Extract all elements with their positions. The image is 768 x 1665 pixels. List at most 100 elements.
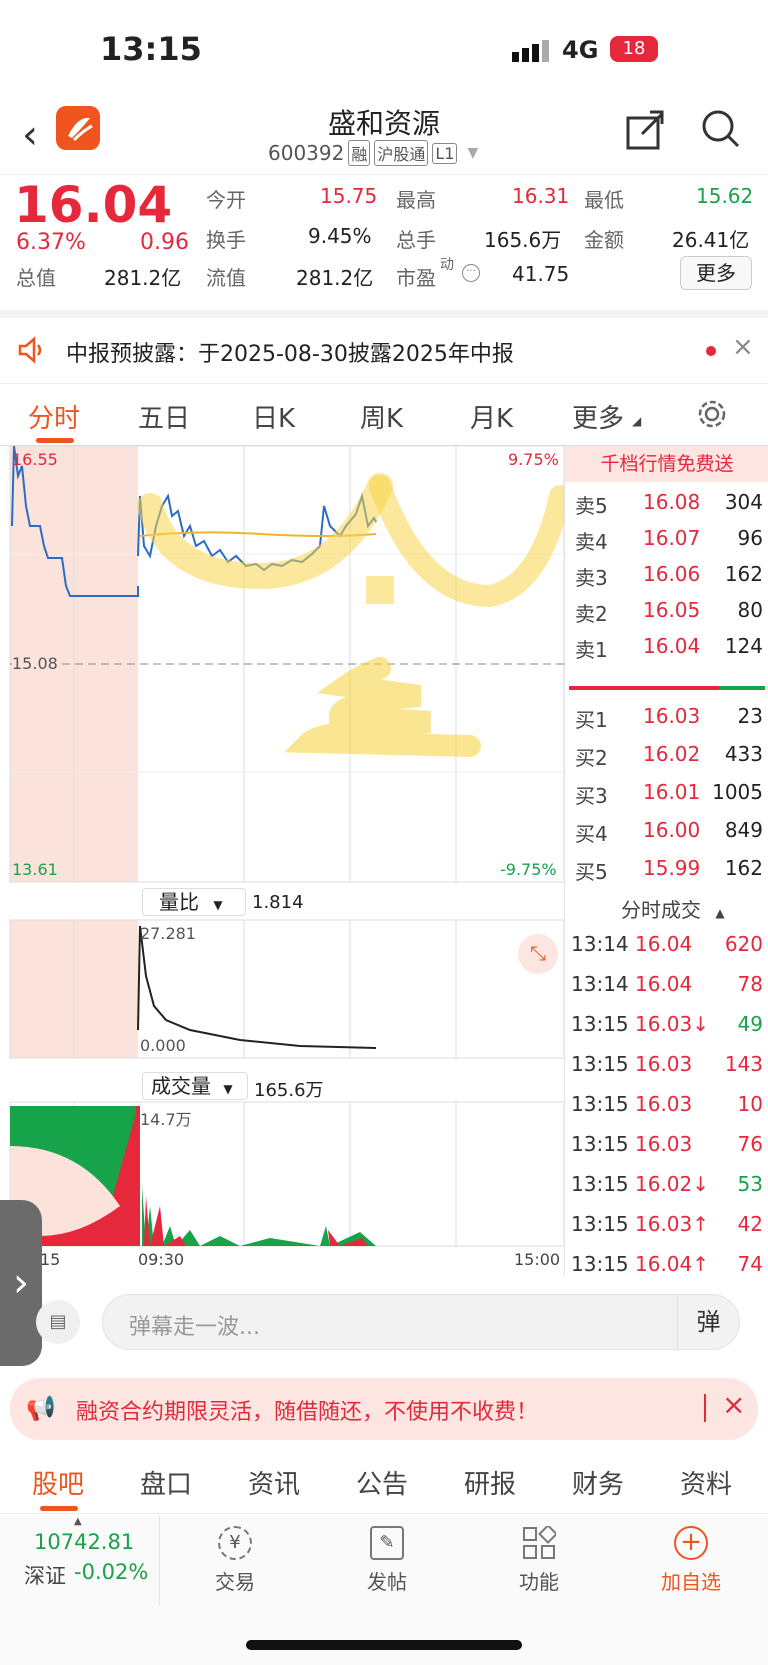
ask-vol: 304 bbox=[724, 490, 763, 514]
tag-connect: 沪股通 bbox=[374, 140, 429, 166]
search-icon[interactable] bbox=[700, 108, 742, 154]
tag-margin: 融 bbox=[348, 140, 371, 166]
orderbook-promo[interactable]: 千档行情免费送 bbox=[565, 446, 768, 482]
tab-weekly[interactable]: 周K bbox=[360, 398, 403, 435]
bid-price: 16.00 bbox=[643, 818, 701, 842]
bid-row[interactable]: 买4 16.00 849 bbox=[565, 812, 768, 848]
trade-button[interactable]: ¥ 交易 bbox=[190, 1526, 280, 1595]
trade-price: 16.04↑ bbox=[635, 1252, 710, 1276]
stat-value: 41.75 bbox=[512, 262, 570, 286]
tab-underline bbox=[40, 1506, 78, 1511]
vol-ratio-value: 1.814 bbox=[252, 892, 304, 913]
stat-value: 165.6万 bbox=[484, 228, 562, 252]
info-icon[interactable]: ··· bbox=[462, 264, 480, 282]
stat-label: 最低 bbox=[584, 188, 624, 212]
ask-price: 16.07 bbox=[643, 526, 701, 550]
bid-price: 15.99 bbox=[643, 856, 701, 880]
upper-pct-label: 9.75% bbox=[508, 450, 559, 469]
trade-price: 16.03 bbox=[635, 1132, 693, 1156]
ask-row[interactable]: 卖1 16.04 124 bbox=[565, 628, 768, 664]
vol-ratio-label: 量比 bbox=[159, 890, 199, 914]
tab-5day[interactable]: 五日 bbox=[138, 398, 190, 435]
bid-row[interactable]: 买2 16.02 433 bbox=[565, 736, 768, 772]
add-watchlist-button[interactable]: + 加自选 bbox=[646, 1526, 736, 1595]
trade-vol: 74 bbox=[737, 1252, 763, 1276]
trade-price: 16.03↓ bbox=[635, 1012, 710, 1036]
trade-time: 13:15 bbox=[571, 1132, 629, 1156]
danmu-placeholder: 弹幕走一波... bbox=[129, 1315, 260, 1340]
more-button[interactable]: 更多 bbox=[680, 256, 752, 290]
danmu-toggle-button[interactable]: 弹 bbox=[677, 1295, 739, 1349]
bid-ask-divider bbox=[569, 686, 719, 690]
trade-time: 13:14 bbox=[571, 972, 629, 996]
pe-superscript: 动 bbox=[440, 257, 454, 273]
tab-profile[interactable]: 资料 bbox=[680, 1464, 732, 1501]
ask-vol: 162 bbox=[724, 562, 763, 586]
bid-row[interactable]: 买3 16.01 1005 bbox=[565, 774, 768, 810]
bid-price: 16.02 bbox=[643, 742, 701, 766]
close-icon[interactable]: × bbox=[722, 1388, 745, 1421]
notice-text: 中报预披露：于2025-08-30披露2025年中报 bbox=[66, 342, 514, 367]
vol-ratio-selector[interactable]: 量比 ▼ bbox=[142, 888, 246, 916]
bid-label: 买2 bbox=[575, 746, 608, 770]
share-icon[interactable] bbox=[624, 108, 666, 154]
dropdown-icon[interactable]: ▼ bbox=[467, 145, 478, 161]
content-tabs: 股吧 盘口 资讯 公告 研报 财务 资料 bbox=[0, 1448, 768, 1514]
status-bar: 13:15 4G 18 bbox=[0, 0, 768, 100]
trades-title[interactable]: 分时成交 ▲ bbox=[621, 894, 725, 923]
trade-price: 16.03 bbox=[635, 1092, 693, 1116]
trade-row: 13:15 16.03 143 bbox=[565, 1046, 768, 1082]
bid-row[interactable]: 买1 16.03 23 bbox=[565, 698, 768, 734]
tab-research[interactable]: 研报 bbox=[464, 1464, 516, 1501]
trade-vol: 78 bbox=[737, 972, 763, 996]
bid-vol: 433 bbox=[724, 742, 763, 766]
danmu-input[interactable]: 弹幕走一波... 弹 bbox=[102, 1294, 740, 1350]
post-label: 发帖 bbox=[367, 1570, 407, 1594]
trade-label: 交易 bbox=[215, 1570, 255, 1594]
trade-vol: 76 bbox=[737, 1132, 763, 1156]
stat-value: 281.2亿 bbox=[104, 266, 182, 290]
ask-row[interactable]: 卖5 16.08 304 bbox=[565, 484, 768, 520]
settings-icon[interactable] bbox=[696, 398, 728, 434]
trade-row: 13:15 16.03 76 bbox=[565, 1126, 768, 1162]
stock-code-row: 600392 融 沪股通 L1 ▼ bbox=[268, 140, 478, 166]
last-price: 16.04 bbox=[14, 176, 173, 234]
caret-icon: ◢ bbox=[632, 414, 642, 428]
tab-more[interactable]: 更多 bbox=[572, 398, 624, 435]
ask-row[interactable]: 卖3 16.06 162 bbox=[565, 556, 768, 592]
edit-icon: ✎ bbox=[370, 1526, 404, 1560]
ask-row[interactable]: 卖2 16.05 80 bbox=[565, 592, 768, 628]
tab-intraday[interactable]: 分时 bbox=[28, 398, 80, 435]
danmu-settings-icon[interactable]: ▤ bbox=[36, 1300, 80, 1344]
tab-orderbook[interactable]: 盘口 bbox=[140, 1464, 192, 1501]
grid-icon bbox=[522, 1524, 558, 1560]
volume-selector[interactable]: 成交量 ▼ bbox=[142, 1072, 248, 1100]
tab-finance[interactable]: 财务 bbox=[572, 1464, 624, 1501]
ask-price: 16.05 bbox=[643, 598, 701, 622]
tab-announcements[interactable]: 公告 bbox=[356, 1464, 408, 1501]
close-icon[interactable]: × bbox=[732, 332, 754, 362]
stat-label: 总值 bbox=[16, 266, 56, 290]
trade-vol: 42 bbox=[737, 1212, 763, 1236]
bid-row[interactable]: 买5 15.99 162 bbox=[565, 850, 768, 886]
tab-forum[interactable]: 股吧 bbox=[32, 1464, 84, 1501]
tab-daily[interactable]: 日K bbox=[252, 398, 295, 435]
status-time: 13:15 bbox=[100, 30, 202, 68]
ask-row[interactable]: 卖4 16.07 96 bbox=[565, 520, 768, 556]
tab-news[interactable]: 资讯 bbox=[248, 1464, 300, 1501]
promo-banner[interactable]: 📢 融资合约期限灵活，随借随还，不使用不收费！ × bbox=[10, 1378, 758, 1440]
danmu-bar: ▤ 弹幕走一波... 弹 bbox=[0, 1280, 768, 1370]
trade-row: 13:15 16.03↑ 42 bbox=[565, 1206, 768, 1242]
post-button[interactable]: ✎ 发帖 bbox=[342, 1526, 432, 1595]
trade-row: 13:14 16.04 620 bbox=[565, 926, 768, 962]
functions-button[interactable]: 功能 bbox=[494, 1524, 584, 1595]
intraday-chart[interactable]: 16.55 13.61 15.08 9.75% -9.75% 量比 ▼ 1.81… bbox=[0, 446, 564, 1276]
trade-vol: 10 bbox=[737, 1092, 763, 1116]
bid-ask-divider bbox=[719, 686, 765, 690]
expand-icon[interactable]: ⤡ bbox=[518, 934, 558, 974]
index-ticker[interactable]: ▲ 10742.81 深证 -0.02% bbox=[0, 1516, 160, 1606]
tab-monthly[interactable]: 月K bbox=[470, 398, 513, 435]
notice-bar[interactable]: 中报预披露：于2025-08-30披露2025年中报 × bbox=[0, 318, 768, 384]
trade-row: 13:15 16.03 10 bbox=[565, 1086, 768, 1122]
period-tabs: 分时 五日 日K 周K 月K 更多 ◢ bbox=[0, 384, 768, 446]
